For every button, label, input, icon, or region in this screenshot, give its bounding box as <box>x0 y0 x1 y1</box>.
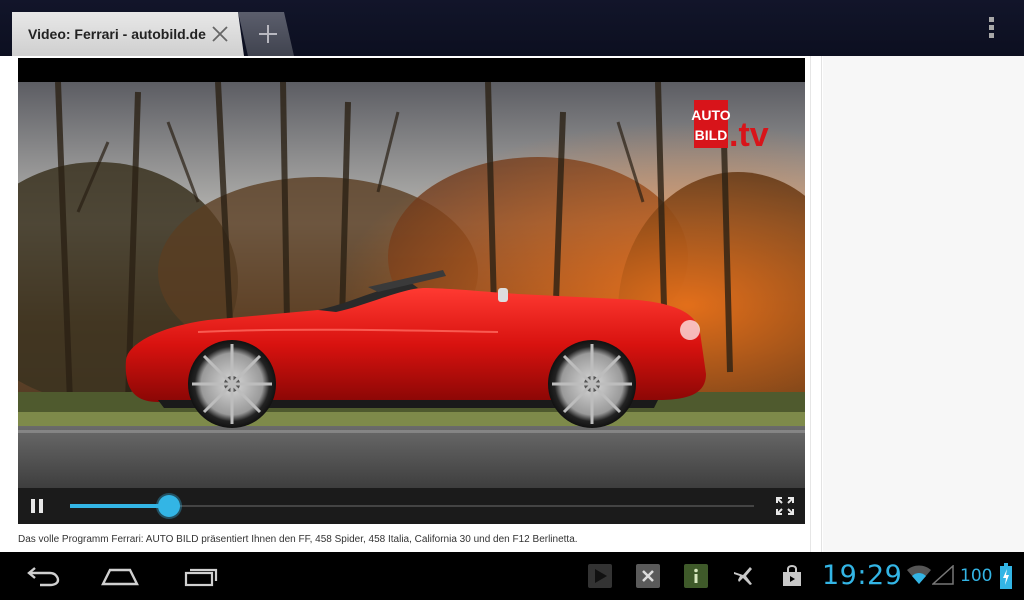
browser-tab-bar: Video: Ferrari - autobild.de <box>0 0 1024 56</box>
signal-strength-icon <box>931 564 954 589</box>
airplane-notification-icon[interactable] <box>732 564 756 588</box>
plus-icon <box>259 25 277 43</box>
seek-progress <box>70 504 170 508</box>
recent-apps-icon[interactable] <box>180 564 220 588</box>
svg-text:.tv: .tv <box>729 116 769 154</box>
seek-handle[interactable] <box>158 495 181 517</box>
tab-title: Video: Ferrari - autobild.de <box>28 26 206 42</box>
seek-bar[interactable] <box>70 495 754 517</box>
system-bar: 19:29 100 <box>0 552 1024 600</box>
svg-text:AUTO: AUTO <box>691 107 731 123</box>
info-notification-icon[interactable] <box>684 564 708 588</box>
clock: 19:29 <box>822 560 903 591</box>
page-sidebar <box>823 56 1024 552</box>
new-tab-button[interactable] <box>238 12 294 56</box>
video-scene: AUTO BILD .tv <box>18 82 805 488</box>
video-caption: Das volle Programm Ferrari: AUTO BILD pr… <box>18 534 578 545</box>
fullscreen-icon[interactable] <box>776 497 794 515</box>
app-notification-icon[interactable] <box>636 564 660 588</box>
video-controls <box>18 488 805 524</box>
web-content[interactable]: AUTO BILD .tv Das volle Programm Ferrari… <box>0 56 1024 552</box>
media-play-icon[interactable] <box>588 564 612 588</box>
browser-tab[interactable]: Video: Ferrari - autobild.de <box>12 12 244 56</box>
tab-close-icon[interactable] <box>208 22 232 46</box>
video-frame[interactable]: AUTO BILD .tv <box>18 82 805 488</box>
page-column: AUTO BILD .tv Das volle Programm Ferrari… <box>0 56 822 552</box>
shopping-bag-icon[interactable] <box>780 564 804 588</box>
home-icon[interactable] <box>100 564 140 588</box>
back-icon[interactable] <box>22 564 62 588</box>
overflow-menu-icon[interactable] <box>982 14 1002 42</box>
battery-level: 100 <box>960 566 993 586</box>
battery-icon <box>1000 563 1012 593</box>
pause-icon[interactable] <box>28 497 46 515</box>
svg-text:BILD: BILD <box>695 127 728 143</box>
video-player[interactable]: AUTO BILD .tv <box>18 58 805 524</box>
wifi-icon <box>906 565 932 589</box>
